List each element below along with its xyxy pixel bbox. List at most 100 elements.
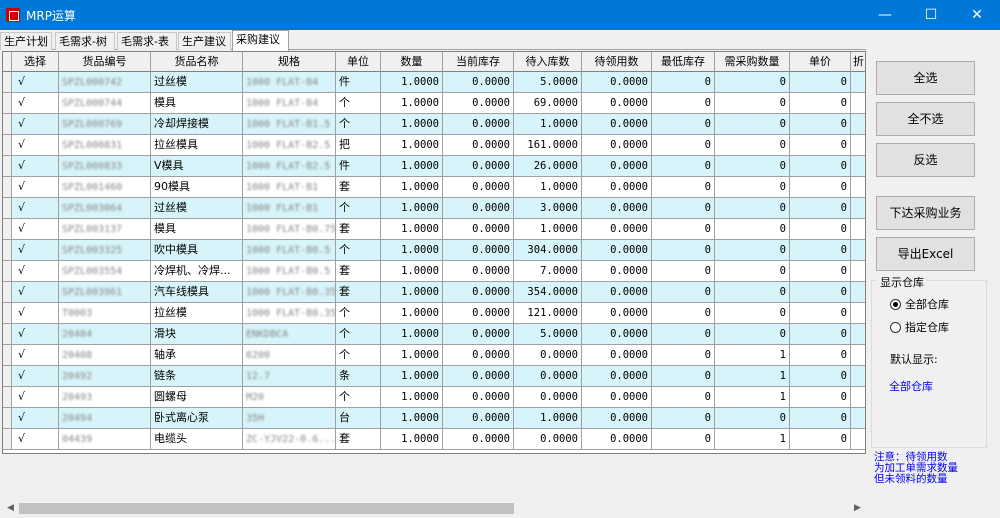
select-check-icon[interactable]: √ bbox=[12, 156, 59, 177]
product-code-cell[interactable]: SPZL000831 bbox=[59, 135, 151, 156]
tab-gross-demand-table[interactable]: 毛需求-表 bbox=[117, 32, 177, 50]
name-cell[interactable]: 轴承 bbox=[151, 345, 243, 366]
discount-cell[interactable] bbox=[851, 240, 865, 261]
pending-cell[interactable]: 0.0000 bbox=[582, 240, 652, 261]
name-cell[interactable]: 冷焊机、冷焊... bbox=[151, 261, 243, 282]
spec-cell[interactable]: 1000 FLAT-B2.5 bbox=[243, 135, 336, 156]
row-gutter[interactable] bbox=[3, 282, 12, 303]
incoming-cell[interactable]: 1.0000 bbox=[514, 219, 582, 240]
incoming-cell[interactable]: 161.0000 bbox=[514, 135, 582, 156]
need-cell[interactable]: 0 bbox=[715, 261, 790, 282]
qty-cell[interactable]: 1.0000 bbox=[381, 93, 443, 114]
select-all-button[interactable]: 全选 bbox=[876, 61, 975, 95]
row-gutter[interactable] bbox=[3, 429, 12, 450]
pending-cell[interactable]: 0.0000 bbox=[582, 408, 652, 429]
name-cell[interactable]: 90模具 bbox=[151, 177, 243, 198]
spec-cell[interactable]: 1000 FLAT-B0.5 bbox=[243, 240, 336, 261]
unit-cell[interactable]: 套 bbox=[336, 177, 381, 198]
spec-cell[interactable]: 6200 bbox=[243, 345, 336, 366]
need-cell[interactable]: 0 bbox=[715, 408, 790, 429]
price-cell[interactable]: 0 bbox=[790, 198, 851, 219]
row-gutter[interactable] bbox=[3, 114, 12, 135]
min-cell[interactable]: 0 bbox=[652, 387, 715, 408]
price-cell[interactable]: 0 bbox=[790, 93, 851, 114]
select-check-icon[interactable]: √ bbox=[12, 387, 59, 408]
unit-cell[interactable]: 条 bbox=[336, 366, 381, 387]
pending-cell[interactable]: 0.0000 bbox=[582, 156, 652, 177]
product-code-cell[interactable]: SPZL003961 bbox=[59, 282, 151, 303]
purchase-advice-grid[interactable]: 选择 货品编号 货品名称 规格 单位 数量 当前库存 待入库数 待领用数 最低库存 需采购数量 单价折… bbox=[2, 51, 866, 454]
price-cell[interactable]: 0 bbox=[790, 72, 851, 93]
pending-cell[interactable]: 0.0000 bbox=[582, 345, 652, 366]
unit-cell[interactable]: 件 bbox=[336, 156, 381, 177]
need-cell[interactable]: 1 bbox=[715, 429, 790, 450]
incoming-cell[interactable]: 26.0000 bbox=[514, 156, 582, 177]
select-check-icon[interactable]: √ bbox=[12, 282, 59, 303]
select-check-icon[interactable]: √ bbox=[12, 408, 59, 429]
pending-cell[interactable]: 0.0000 bbox=[582, 387, 652, 408]
pending-cell[interactable]: 0.0000 bbox=[582, 261, 652, 282]
column-header[interactable]: 折 bbox=[851, 52, 865, 72]
unit-cell[interactable]: 个 bbox=[336, 114, 381, 135]
select-check-icon[interactable]: √ bbox=[12, 177, 59, 198]
discount-cell[interactable] bbox=[851, 429, 865, 450]
pending-cell[interactable]: 0.0000 bbox=[582, 303, 652, 324]
select-check-icon[interactable]: √ bbox=[12, 114, 59, 135]
scroll-right-icon[interactable]: ▶ bbox=[849, 500, 866, 517]
unit-cell[interactable]: 个 bbox=[336, 198, 381, 219]
row-gutter[interactable] bbox=[3, 93, 12, 114]
product-code-cell[interactable]: 20408 bbox=[59, 345, 151, 366]
min-cell[interactable]: 0 bbox=[652, 429, 715, 450]
name-cell[interactable]: 模具 bbox=[151, 219, 243, 240]
incoming-cell[interactable]: 69.0000 bbox=[514, 93, 582, 114]
pending-cell[interactable]: 0.0000 bbox=[582, 198, 652, 219]
row-gutter[interactable] bbox=[3, 135, 12, 156]
qty-cell[interactable]: 1.0000 bbox=[381, 429, 443, 450]
unit-cell[interactable]: 套 bbox=[336, 282, 381, 303]
qty-cell[interactable]: 1.0000 bbox=[381, 387, 443, 408]
price-cell[interactable]: 0 bbox=[790, 219, 851, 240]
row-gutter[interactable] bbox=[3, 72, 12, 93]
spec-cell[interactable]: 1000 FLAT-B2.5 bbox=[243, 156, 336, 177]
column-header[interactable]: 当前库存 bbox=[443, 52, 514, 72]
row-gutter[interactable] bbox=[3, 345, 12, 366]
discount-cell[interactable] bbox=[851, 387, 865, 408]
qty-cell[interactable]: 1.0000 bbox=[381, 261, 443, 282]
qty-cell[interactable]: 1.0000 bbox=[381, 303, 443, 324]
need-cell[interactable]: 0 bbox=[715, 240, 790, 261]
product-code-cell[interactable]: SPZL003325 bbox=[59, 240, 151, 261]
column-header[interactable]: 最低库存 bbox=[652, 52, 715, 72]
pending-cell[interactable]: 0.0000 bbox=[582, 366, 652, 387]
pending-cell[interactable]: 0.0000 bbox=[582, 72, 652, 93]
spec-cell[interactable]: ENKDBCA bbox=[243, 324, 336, 345]
discount-cell[interactable] bbox=[851, 261, 865, 282]
price-cell[interactable]: 0 bbox=[790, 366, 851, 387]
row-gutter[interactable] bbox=[3, 303, 12, 324]
row-gutter[interactable] bbox=[3, 387, 12, 408]
incoming-cell[interactable]: 1.0000 bbox=[514, 177, 582, 198]
horizontal-scrollbar[interactable]: ◀ ▶ bbox=[2, 500, 866, 517]
product-code-cell[interactable]: SPZL000769 bbox=[59, 114, 151, 135]
row-gutter[interactable] bbox=[3, 408, 12, 429]
qty-cell[interactable]: 1.0000 bbox=[381, 345, 443, 366]
select-check-icon[interactable]: √ bbox=[12, 345, 59, 366]
name-cell[interactable]: 圆螺母 bbox=[151, 387, 243, 408]
name-cell[interactable]: 电缆头 bbox=[151, 429, 243, 450]
spec-cell[interactable]: 1000 FLAT-B0.35 bbox=[243, 303, 336, 324]
spec-cell[interactable]: 1000 FLAT-B4 bbox=[243, 72, 336, 93]
product-code-cell[interactable]: SPZL000833 bbox=[59, 156, 151, 177]
row-gutter[interactable] bbox=[3, 177, 12, 198]
tab-production-advice[interactable]: 生产建议 bbox=[178, 32, 231, 50]
name-cell[interactable]: 链条 bbox=[151, 366, 243, 387]
select-check-icon[interactable]: √ bbox=[12, 324, 59, 345]
need-cell[interactable]: 0 bbox=[715, 198, 790, 219]
incoming-cell[interactable]: 1.0000 bbox=[514, 408, 582, 429]
minimize-button[interactable]: — bbox=[862, 0, 908, 30]
min-cell[interactable]: 0 bbox=[652, 156, 715, 177]
column-header[interactable]: 单价 bbox=[790, 52, 851, 72]
product-code-cell[interactable]: SPZL000744 bbox=[59, 93, 151, 114]
unit-cell[interactable]: 套 bbox=[336, 219, 381, 240]
stock-cell[interactable]: 0.0000 bbox=[443, 261, 514, 282]
incoming-cell[interactable]: 304.0000 bbox=[514, 240, 582, 261]
incoming-cell[interactable]: 5.0000 bbox=[514, 72, 582, 93]
